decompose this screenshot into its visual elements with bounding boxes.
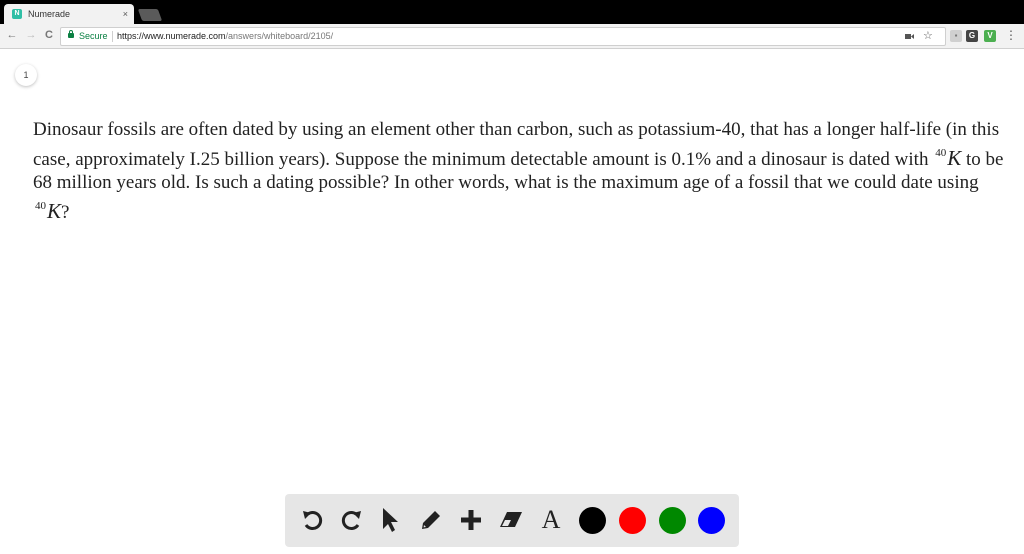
extension-v-icon[interactable]: V: [984, 30, 996, 42]
camera-icon[interactable]: [905, 28, 914, 46]
url-separator: [112, 31, 113, 42]
whiteboard-toolbar: A: [285, 494, 739, 547]
redo-icon[interactable]: [337, 505, 367, 535]
numerade-favicon-icon: N: [12, 9, 22, 19]
eraser-icon[interactable]: [496, 505, 526, 535]
bookmark-star-icon[interactable]: ☆: [923, 28, 933, 45]
new-tab-button[interactable]: [137, 9, 163, 21]
back-icon[interactable]: ←: [5, 28, 19, 42]
grammarly-g-icon[interactable]: G: [966, 30, 978, 42]
reload-icon[interactable]: C: [42, 28, 56, 42]
menu-icon[interactable]: ⋮: [1004, 28, 1018, 42]
address-bar[interactable]: Secure https://www.numerade.com/answers/…: [60, 27, 946, 46]
isotope-mass-2: 40: [35, 199, 46, 212]
color-blue-button[interactable]: [696, 505, 726, 535]
isotope-mass: 40: [935, 146, 947, 159]
color-red-button[interactable]: [617, 505, 647, 535]
tab-title: Numerade: [28, 9, 71, 19]
pointer-icon[interactable]: [375, 505, 405, 535]
question-text: Dinosaur fossils are often dated by usin…: [33, 118, 1008, 224]
close-tab-icon[interactable]: ×: [123, 9, 128, 19]
color-swatch: [697, 506, 725, 534]
question-part-2: and a dinosaur is dated with: [711, 148, 934, 170]
question-part-4: ?: [61, 201, 70, 223]
url-path: /answers/whiteboard/2105/: [225, 31, 334, 41]
color-swatch: [658, 506, 686, 534]
tab-strip: N Numerade ×: [0, 0, 1024, 24]
browser-tab[interactable]: N Numerade ×: [4, 4, 134, 24]
secure-label: Secure: [79, 31, 108, 41]
url-domain: https://www.numerade.com: [117, 31, 226, 41]
lock-icon: [68, 30, 74, 38]
color-swatch: [578, 506, 606, 534]
browser-toolbar: ← → C Secure https://www.numerade.com/an…: [0, 24, 1024, 49]
isotope-symbol: K: [947, 145, 962, 170]
page-number-badge[interactable]: 1: [15, 64, 37, 86]
isotope-symbol-2: K: [47, 198, 62, 223]
undo-icon[interactable]: [297, 505, 327, 535]
pencil-icon[interactable]: [416, 505, 446, 535]
url-text[interactable]: https://www.numerade.com/answers/whitebo…: [117, 28, 333, 45]
extension-gray-icon[interactable]: ▪: [950, 30, 962, 42]
plus-icon[interactable]: [456, 505, 486, 535]
min-percent: 0.1%: [671, 148, 712, 170]
color-green-button[interactable]: [657, 505, 687, 535]
color-black-button[interactable]: [577, 505, 607, 535]
forward-icon[interactable]: →: [24, 28, 38, 42]
color-swatch: [618, 506, 646, 534]
text-icon[interactable]: A: [536, 505, 566, 535]
